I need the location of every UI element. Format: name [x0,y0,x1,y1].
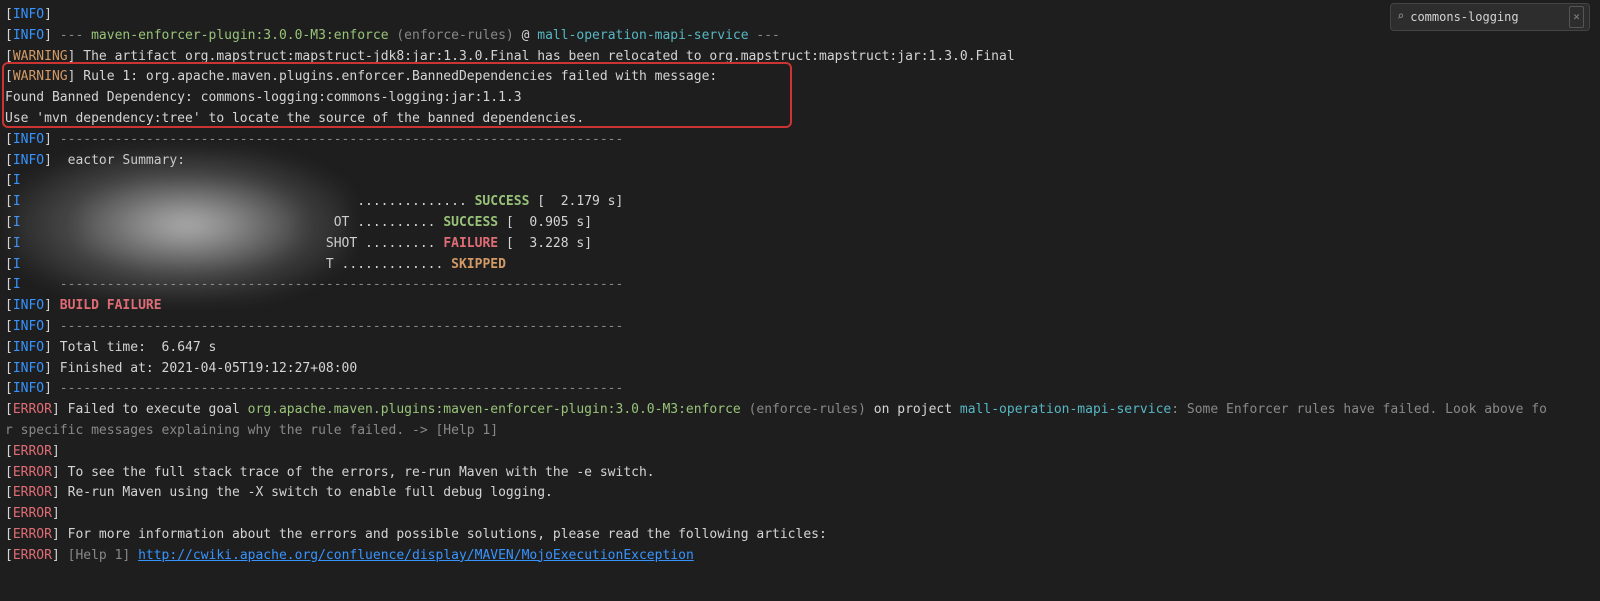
level-warning: WARNING [13,69,68,84]
log-line: [I OT .......... SUCCESS [ 0.905 s] [5,213,1595,234]
log-line: [INFO] eactor Summary: [5,151,1595,172]
level-info: INFO [13,340,44,355]
search-input[interactable] [1410,10,1563,24]
log-line: [ERROR] For more information about the e… [5,525,1595,546]
level-error: ERROR [13,444,52,459]
level-info: INFO [13,28,44,43]
log-line: [INFO] ---------------------------------… [5,379,1595,400]
level-error: ERROR [13,465,52,480]
level-info: INFO [13,7,44,22]
search-box[interactable]: ⌕ ✕ [1390,3,1590,31]
level-info: INFO [13,298,44,313]
log-line: [INFO] ---------------------------------… [5,317,1595,338]
log-line: [INFO] ---------------------------------… [5,130,1595,151]
level-error: ERROR [13,527,52,542]
console-output: [INFO] [INFO] --- maven-enforcer-plugin:… [5,5,1595,567]
log-line: [ERROR] Failed to execute goal org.apach… [5,400,1595,421]
level-info: I [13,277,21,292]
level-warning: WARNING [13,49,68,64]
log-line: [ERROR] [Help 1] http://cwiki.apache.org… [5,546,1595,567]
log-line: [INFO] BUILD FAILURE [5,296,1595,317]
log-line: [ERROR] To see the full stack trace of t… [5,463,1595,484]
log-line: [WARNING] Rule 1: org.apache.maven.plugi… [5,67,1595,88]
log-line: [ERROR] Re-run Maven using the -X switch… [5,483,1595,504]
level-error: ERROR [13,506,52,521]
level-info: INFO [13,361,44,376]
level-error: ERROR [13,485,52,500]
level-info: INFO [13,319,44,334]
log-line: [ERROR] [5,504,1595,525]
level-error: ERROR [13,548,52,563]
log-line: [ERROR] [5,442,1595,463]
help-link[interactable]: http://cwiki.apache.org/confluence/displ… [138,548,694,563]
level-info: I [13,194,21,209]
log-line: Use 'mvn dependency:tree' to locate the … [5,109,1595,130]
level-info: I [13,215,21,230]
level-info: INFO [13,153,44,168]
log-line: [INFO] Finished at: 2021-04-05T19:12:27+… [5,359,1595,380]
level-info: I [13,173,21,188]
log-line: [I T ............. SKIPPED [5,255,1595,276]
log-line: [INFO] --- maven-enforcer-plugin:3.0.0-M… [5,26,1595,47]
log-line: [I -------------------------------------… [5,275,1595,296]
level-info: INFO [13,381,44,396]
close-icon[interactable]: ✕ [1569,6,1584,28]
log-line: r specific messages explaining why the r… [5,421,1595,442]
log-line: [WARNING] The artifact org.mapstruct:map… [5,47,1595,68]
log-line: [I [5,171,1595,192]
log-line: [I .............. SUCCESS [ 2.179 s] [5,192,1595,213]
level-info: I [13,257,21,272]
log-line: [INFO] [5,5,1595,26]
log-line: [I SHOT ......... FAILURE [ 3.228 s] [5,234,1595,255]
log-line: Found Banned Dependency: commons-logging… [5,88,1595,109]
level-error: ERROR [13,402,52,417]
search-icon: ⌕ [1397,7,1404,26]
level-info: I [13,236,21,251]
log-line: [INFO] Total time: 6.647 s [5,338,1595,359]
level-info: INFO [13,132,44,147]
